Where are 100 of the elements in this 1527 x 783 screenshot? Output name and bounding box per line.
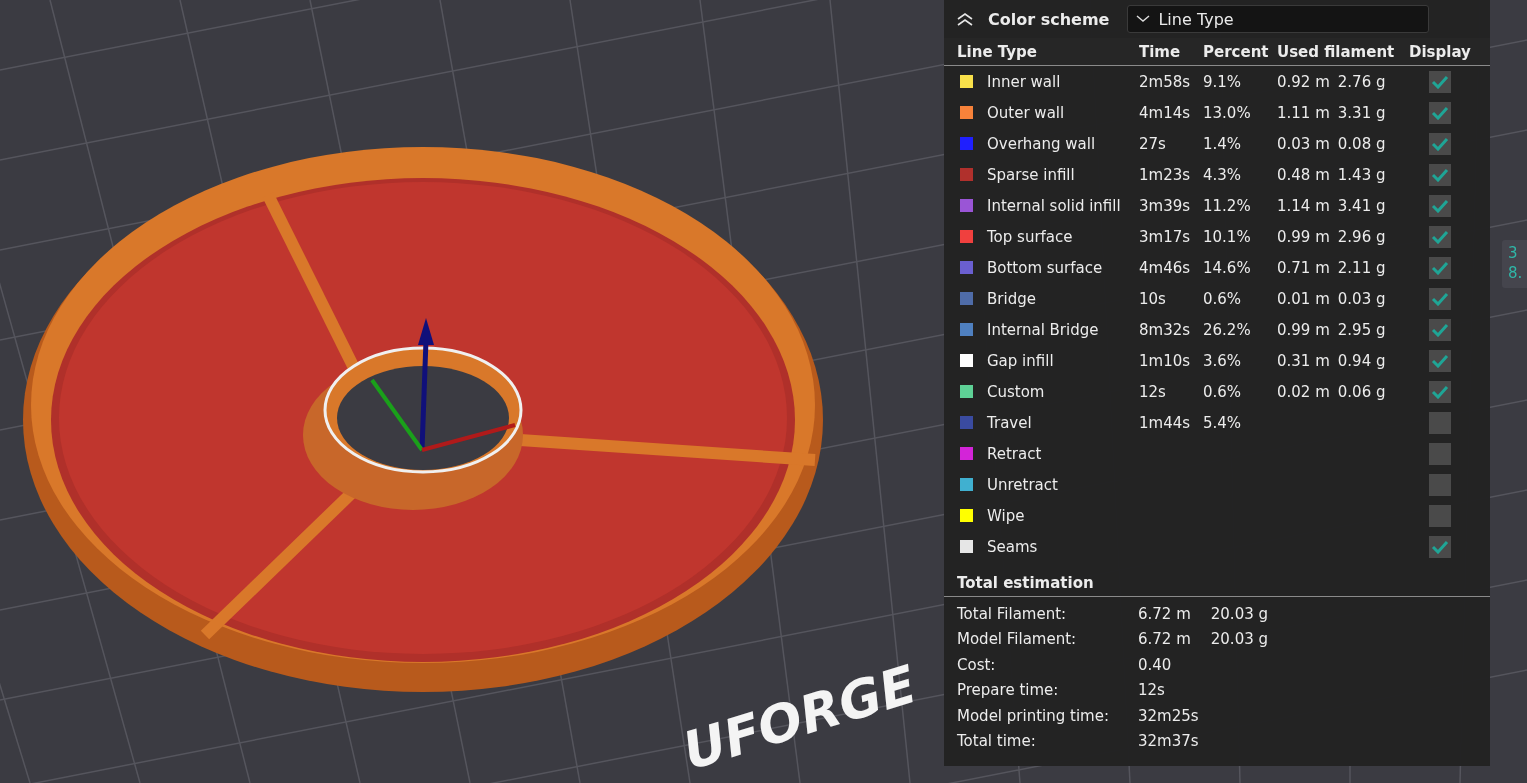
length-cell: 0.31 m: [1277, 351, 1330, 370]
percent-cell: 10.1%: [1203, 227, 1251, 246]
percent-cell: 13.0%: [1203, 103, 1251, 122]
display-checkbox[interactable]: [1429, 318, 1451, 341]
percent-cell: 4.3%: [1203, 165, 1242, 184]
time-cell: 4m14s: [1139, 103, 1191, 122]
section-title: Total estimation: [944, 562, 1490, 597]
total-label: Total Filament:: [957, 604, 1068, 623]
line-type-label: Wipe: [987, 506, 1025, 525]
length-cell: 0.02 m: [1277, 382, 1330, 401]
display-checkbox[interactable]: [1429, 535, 1451, 558]
length-cell: 0.99 m: [1277, 227, 1330, 246]
display-checkbox[interactable]: [1429, 132, 1451, 155]
percent-cell: 0.6%: [1203, 289, 1242, 308]
display-checkbox[interactable]: [1429, 380, 1451, 403]
display-checkbox[interactable]: [1429, 473, 1451, 496]
display-checkbox[interactable]: [1429, 287, 1451, 310]
weight-cell: 3.31 g: [1337, 103, 1386, 122]
total-value: 6.72 m: [1138, 604, 1191, 623]
display-checkbox[interactable]: [1429, 349, 1451, 372]
total-label: Cost:: [957, 655, 997, 674]
length-cell: 1.11 m: [1277, 103, 1330, 122]
weight-cell: 2.11 g: [1337, 258, 1386, 277]
display-checkbox[interactable]: [1429, 70, 1451, 93]
collapse-icon[interactable]: [956, 12, 974, 26]
display-checkbox[interactable]: [1429, 411, 1451, 434]
time-cell: 2m58s: [1139, 72, 1191, 91]
percent-cell: 11.2%: [1203, 196, 1251, 215]
length-cell: 0.92 m: [1277, 72, 1330, 91]
length-cell: 0.48 m: [1277, 165, 1330, 184]
percent-cell: 5.4%: [1203, 413, 1242, 432]
column-header: Display: [1409, 42, 1472, 61]
display-checkbox[interactable]: [1429, 194, 1451, 217]
line-type-label: Sparse infill: [987, 165, 1075, 184]
line-type-label: Internal solid infill: [987, 196, 1121, 215]
line-type-label: Bottom surface: [987, 258, 1103, 277]
total-value: 20.03 g: [1210, 604, 1268, 623]
line-type-label: Custom: [987, 382, 1045, 401]
total-label: Prepare time:: [957, 681, 1060, 700]
line-type-label: Travel: [987, 413, 1032, 432]
total-label: Model printing time:: [957, 706, 1110, 725]
total-value: 6.72 m: [1138, 630, 1191, 649]
weight-cell: 0.94 g: [1337, 351, 1386, 370]
weight-cell: 2.95 g: [1337, 320, 1386, 339]
percent-cell: 14.6%: [1203, 258, 1251, 277]
column-header: Time: [1139, 42, 1182, 61]
chevron-icon: [1136, 15, 1151, 23]
weight-cell: 1.43 g: [1337, 165, 1386, 184]
color-scheme-label: Color scheme: [988, 9, 1110, 29]
weight-cell: 0.03 g: [1337, 289, 1386, 308]
time-cell: 4m46s: [1139, 258, 1191, 277]
line-type-label: Top surface: [987, 227, 1073, 246]
weight-cell: 3.41 g: [1337, 196, 1386, 215]
display-checkbox[interactable]: [1429, 225, 1451, 248]
time-cell: 27s: [1139, 134, 1166, 153]
percent-cell: 1.4%: [1203, 134, 1242, 153]
time-cell: 3m17s: [1139, 227, 1191, 246]
total-value: 12s: [1138, 681, 1165, 700]
display-checkbox[interactable]: [1429, 442, 1451, 465]
display-checkbox[interactable]: [1429, 101, 1451, 124]
total-label: Model Filament:: [957, 630, 1078, 649]
percent-cell: 9.1%: [1203, 72, 1242, 91]
length-cell: 0.71 m: [1277, 258, 1330, 277]
length-cell: 0.99 m: [1277, 320, 1330, 339]
percent-cell: 0.6%: [1203, 382, 1242, 401]
total-label: Total time:: [957, 732, 1037, 751]
length-cell: 0.01 m: [1277, 289, 1330, 308]
column-header: Percent: [1203, 42, 1270, 61]
percent-cell: 3.6%: [1203, 351, 1242, 370]
weight-cell: 0.06 g: [1337, 382, 1386, 401]
line-type-label: Bridge: [987, 289, 1036, 308]
weight-cell: 0.08 g: [1337, 134, 1386, 153]
total-value: 0.40: [1138, 655, 1172, 674]
line-type-label: Overhang wall: [987, 134, 1096, 153]
time-cell: 3m39s: [1139, 196, 1191, 215]
display-checkbox[interactable]: [1429, 163, 1451, 186]
display-checkbox[interactable]: [1429, 504, 1451, 527]
time-cell: 1m44s: [1139, 413, 1191, 432]
weight-cell: 2.76 g: [1337, 72, 1386, 91]
total-value: 32m25s: [1138, 706, 1199, 725]
line-type-label: Outer wall: [987, 103, 1065, 122]
color-scheme-dropdown[interactable]: Line Type: [1127, 5, 1430, 33]
display-checkbox[interactable]: [1429, 256, 1451, 279]
time-cell: 1m23s: [1139, 165, 1191, 184]
total-value: 32m37s: [1138, 732, 1199, 751]
length-cell: 0.03 m: [1277, 134, 1330, 153]
line-type-label: Internal Bridge: [987, 320, 1099, 339]
line-type-label: Seams: [987, 537, 1038, 556]
line-type-label: Retract: [987, 444, 1042, 463]
time-cell: 1m10s: [1139, 351, 1191, 370]
column-header: Line Type: [957, 42, 1038, 61]
percent-cell: 26.2%: [1203, 320, 1251, 339]
line-type-label: Inner wall: [987, 72, 1061, 91]
time-cell: 10s: [1139, 289, 1166, 308]
side-label: 3 8.: [1502, 240, 1527, 288]
length-cell: 1.14 m: [1277, 196, 1330, 215]
time-cell: 12s: [1139, 382, 1166, 401]
weight-cell: 2.96 g: [1337, 227, 1386, 246]
column-header: Used filament: [1277, 42, 1396, 61]
total-value: 20.03 g: [1210, 630, 1268, 649]
